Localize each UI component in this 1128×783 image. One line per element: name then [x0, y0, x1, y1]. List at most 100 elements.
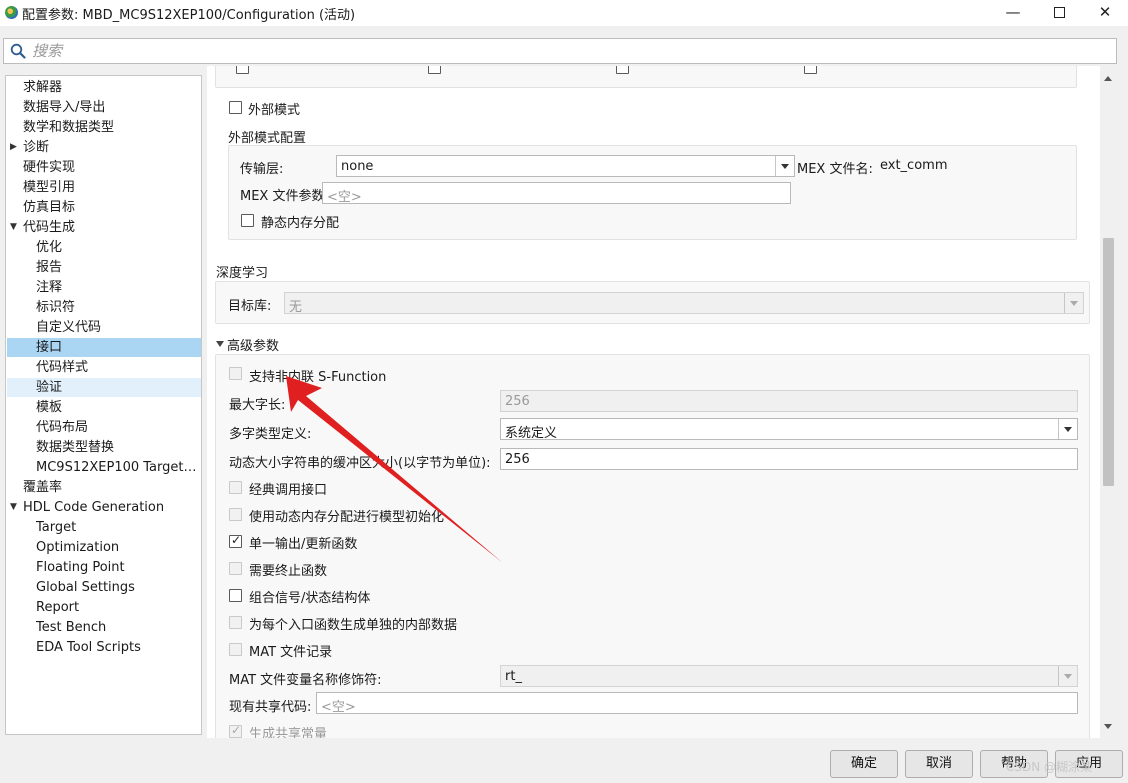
combine-structs-checkbox[interactable] — [229, 589, 242, 602]
expand-right-icon[interactable]: ▶ — [10, 138, 17, 157]
mat-variable-label: MAT 文件变量名称修饰符: — [229, 673, 382, 688]
max-identifier-input[interactable]: 256 — [500, 390, 1078, 412]
maximize-button[interactable] — [1036, 0, 1082, 26]
sidebar-item[interactable]: 报告 — [7, 258, 201, 277]
option-checkbox[interactable] — [804, 66, 817, 74]
close-button[interactable]: ✕ — [1082, 0, 1128, 26]
search-box — [3, 38, 1117, 64]
mex-args-label: MEX 文件参数: — [240, 189, 329, 204]
shared-code-placeholder: <空> — [321, 700, 356, 715]
classic-interface-checkbox[interactable] — [229, 481, 242, 494]
chevron-down-icon[interactable] — [1058, 666, 1077, 686]
collapse-arrow-icon[interactable] — [216, 341, 224, 347]
static-memory-checkbox[interactable] — [241, 214, 254, 227]
check-icon: ✓ — [231, 533, 242, 547]
sidebar-item[interactable]: EDA Tool Scripts — [7, 638, 201, 657]
sidebar-item[interactable]: Global Settings — [7, 578, 201, 597]
external-mode-options-group — [215, 66, 1077, 88]
sidebar-item[interactable]: 硬件实现 — [7, 158, 201, 177]
sidebar-item[interactable]: Floating Point — [7, 558, 201, 577]
ok-button[interactable]: 确定 — [830, 750, 898, 778]
search-input[interactable] — [30, 41, 1110, 61]
option-checkbox[interactable] — [428, 66, 441, 74]
shared-code-input[interactable]: <空> — [316, 692, 1078, 715]
expand-down-icon[interactable]: ▼ — [10, 218, 17, 237]
sidebar-item[interactable]: ▼ 代码生成 — [7, 218, 201, 237]
sidebar-item[interactable]: 代码布局 — [7, 418, 201, 437]
scroll-up-icon[interactable] — [1104, 76, 1112, 81]
mat-variable-dropdown[interactable]: rt_ — [500, 665, 1078, 687]
multiword-value: 系统定义 — [505, 426, 558, 441]
vertical-scrollbar[interactable] — [1100, 66, 1117, 738]
deep-learning-group: 目标库: 无 — [215, 281, 1090, 324]
target-library-dropdown[interactable]: 无 — [284, 292, 1084, 315]
scrollbar-thumb[interactable] — [1103, 238, 1114, 486]
sidebar-item[interactable]: 仿真目标 — [7, 198, 201, 217]
dynamic-memory-init-checkbox[interactable] — [229, 508, 242, 521]
option-checkbox[interactable] — [236, 66, 249, 74]
sidebar-item[interactable]: 数据类型替换 — [7, 438, 201, 457]
multiword-dropdown[interactable]: 系统定义 — [500, 418, 1078, 441]
shared-constants-checkbox[interactable]: ✓ — [229, 723, 242, 738]
sidebar-item[interactable]: ▼ HDL Code Generation — [7, 498, 201, 517]
sidebar-item-label: 诊断 — [23, 140, 50, 155]
sidebar-item[interactable]: 模板 — [7, 398, 201, 417]
shared-code-label: 现有共享代码: — [229, 700, 312, 715]
dynamic-memory-init-label: 使用动态内存分配进行模型初始化 — [249, 510, 445, 525]
sidebar-item[interactable]: Target — [7, 518, 201, 537]
terminate-function-checkbox[interactable] — [229, 562, 242, 575]
sidebar-item[interactable]: 注释 — [7, 278, 201, 297]
advanced-params-title: 高级参数 — [227, 339, 280, 354]
chevron-down-icon[interactable] — [1064, 293, 1083, 313]
sidebar-item[interactable]: 数学和数据类型 — [7, 118, 201, 137]
expand-down-icon[interactable]: ▼ — [10, 498, 17, 517]
sidebar-item[interactable]: 代码样式 — [7, 358, 201, 377]
sidebar-item[interactable]: 标识符 — [7, 298, 201, 317]
dynamic-buffer-label: 动态大小字符串的缓冲区大小(以字节为单位): — [229, 456, 491, 471]
support-sfunction-checkbox[interactable] — [229, 367, 242, 380]
sidebar-item-label: 覆盖率 — [23, 480, 63, 495]
transport-dropdown[interactable]: none — [336, 155, 795, 177]
external-mode-checkbox[interactable] — [229, 101, 242, 114]
category-tree: 求解器 数据导入/导出数学和数据类型 ▶ 诊断硬件实现 模型引用 仿真目标 ▼ 代码生成 优化报… — [5, 75, 202, 735]
external-mode-config-title: 外部模式配置 — [228, 131, 307, 146]
sidebar-item[interactable]: MC9S12XEP100 Target ... — [7, 458, 201, 477]
dynamic-buffer-input[interactable]: 256 — [500, 448, 1078, 470]
sidebar-item[interactable]: 优化 — [7, 238, 201, 257]
sidebar-item[interactable]: 模型引用 — [7, 178, 201, 197]
sidebar-item[interactable]: 求解器 — [7, 78, 201, 97]
app-icon — [5, 6, 18, 19]
sidebar-item[interactable]: Optimization — [7, 538, 201, 557]
max-identifier-label: 最大字长: — [229, 398, 286, 413]
minimize-button[interactable]: — — [990, 0, 1036, 26]
mex-args-input[interactable]: <空> — [322, 182, 791, 205]
sidebar-item[interactable]: 验证 — [7, 378, 201, 397]
sidebar-item-label: 数据类型替换 — [36, 440, 115, 455]
chevron-down-icon[interactable] — [775, 156, 794, 176]
cancel-button[interactable]: 取消 — [905, 750, 973, 778]
chevron-down-icon[interactable] — [1058, 419, 1077, 439]
sidebar-item[interactable]: 覆盖率 — [7, 478, 201, 497]
sidebar-item-label: 自定义代码 — [36, 320, 102, 335]
deep-learning-title: 深度学习 — [216, 266, 269, 281]
external-mode-config-group: 传输层: none MEX 文件名: ext_comm MEX 文件参数: <空… — [228, 145, 1077, 240]
sidebar-item[interactable]: 数据导入/导出 — [7, 98, 201, 117]
scroll-down-icon[interactable] — [1104, 724, 1112, 729]
sidebar-item[interactable]: Test Bench — [7, 618, 201, 637]
sidebar-item-label: Target — [36, 520, 77, 535]
sidebar-item-label: MC9S12XEP100 Target ... — [36, 460, 199, 475]
per-entry-data-label: 为每个入口函数生成单独的内部数据 — [249, 618, 458, 633]
mat-logging-checkbox[interactable] — [229, 643, 242, 656]
settings-panel: 外部模式 外部模式配置 传输层: none MEX 文件名: ext_comm … — [207, 66, 1117, 738]
sidebar-item-label: 数学和数据类型 — [23, 120, 115, 135]
sidebar-item[interactable]: 接口 — [7, 338, 201, 357]
per-entry-data-checkbox[interactable] — [229, 616, 242, 629]
single-output-checkbox[interactable]: ✓ — [229, 533, 242, 548]
sidebar-item[interactable]: 自定义代码 — [7, 318, 201, 337]
sidebar-item[interactable]: Report — [7, 598, 201, 617]
option-checkbox[interactable] — [616, 66, 629, 74]
sidebar-item-label: Test Bench — [36, 620, 107, 635]
multiword-label: 多字类型定义: — [229, 427, 312, 442]
transport-label: 传输层: — [240, 162, 284, 177]
sidebar-item[interactable]: ▶ 诊断 — [7, 138, 201, 157]
